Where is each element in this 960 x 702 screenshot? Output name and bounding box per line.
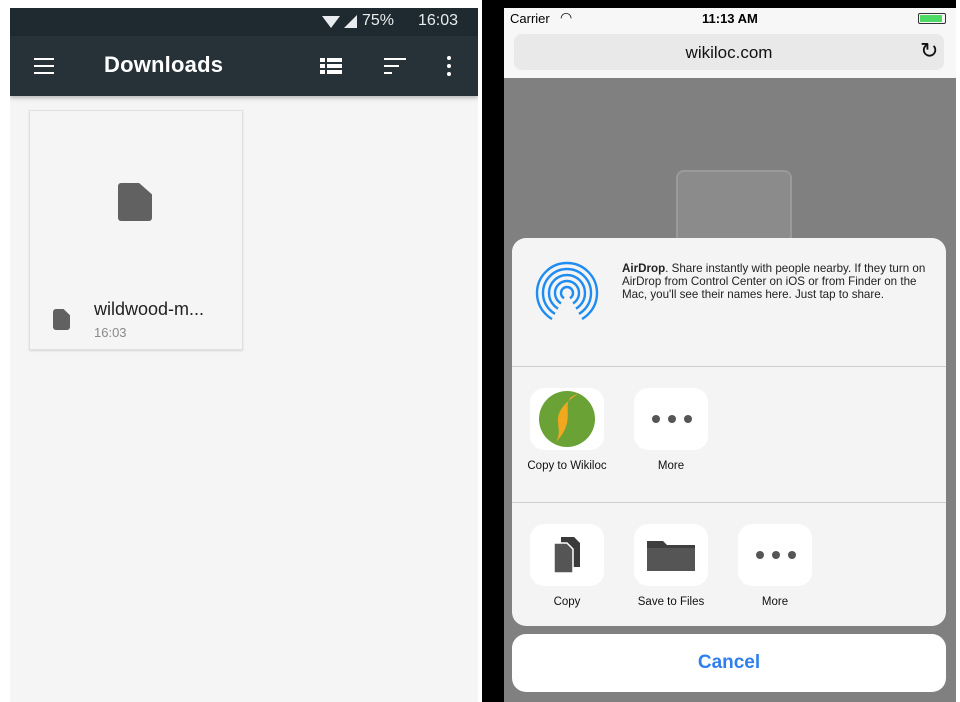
more-apps-button[interactable] <box>634 388 708 450</box>
ios-share-screen: Carrier ◠ 11:13 AM wikiloc.com ↻ AirDrop… <box>482 0 956 702</box>
copy-label: Copy <box>553 596 581 608</box>
save-to-files-label: Save to Files <box>637 596 705 608</box>
more-actions-label: More <box>761 596 789 608</box>
wifi-icon <box>322 16 340 28</box>
share-sheet: AirDrop. Share instantly with people nea… <box>512 238 946 626</box>
battery-level: 75% <box>362 12 395 29</box>
file-card[interactable]: wildwood-m... 16:03 <box>29 110 243 350</box>
list-view-icon[interactable] <box>320 56 342 76</box>
file-name: wildwood-m... <box>94 299 205 319</box>
page-title: Downloads <box>104 52 224 77</box>
menu-icon[interactable] <box>34 58 54 74</box>
android-downloads-screen: 75% 16:03 Downloads wildwood-m... 16:03 <box>10 8 478 702</box>
copy-button[interactable] <box>530 524 604 586</box>
ios-screen: Carrier ◠ 11:13 AM wikiloc.com ↻ AirDrop… <box>504 8 956 702</box>
airdrop-description: AirDrop. Share instantly with people nea… <box>622 262 932 302</box>
android-status-bar: 75% 16:03 <box>10 8 478 36</box>
more-options-icon[interactable] <box>440 54 458 78</box>
cancel-button[interactable]: Cancel <box>512 634 946 692</box>
more-icon <box>756 551 796 559</box>
more-icon <box>652 415 692 423</box>
save-to-files-button[interactable] <box>634 524 708 586</box>
cancel-label: Cancel <box>697 652 761 673</box>
wifi-icon: ◠ <box>560 9 573 25</box>
airdrop-body: . Share instantly with people nearby. If… <box>622 262 926 302</box>
sort-icon[interactable] <box>384 58 406 74</box>
copy-to-wikiloc-label: Copy to Wikiloc <box>527 460 607 472</box>
toolbar: Downloads <box>10 36 478 96</box>
wikiloc-app-icon <box>539 391 595 447</box>
carrier-label: Carrier <box>510 11 550 26</box>
ios-status-bar: Carrier ◠ 11:13 AM <box>504 8 956 30</box>
airdrop-icon[interactable] <box>534 260 600 326</box>
signal-icon <box>344 15 357 28</box>
airdrop-title: AirDrop <box>622 262 666 275</box>
file-type-icon <box>53 309 70 330</box>
file-timestamp: 16:03 <box>94 325 127 340</box>
more-actions-button[interactable] <box>738 524 812 586</box>
reload-icon[interactable]: ↻ <box>920 38 938 64</box>
status-time: 11:13 AM <box>702 11 758 26</box>
more-apps-label: More <box>657 460 685 472</box>
divider <box>512 502 946 503</box>
url-domain: wikiloc.com <box>685 43 773 62</box>
divider <box>512 366 946 367</box>
file-thumbnail-icon <box>118 183 152 221</box>
copy-to-wikiloc-button[interactable] <box>530 388 604 450</box>
folder-icon <box>647 541 695 571</box>
copy-icon <box>553 537 580 574</box>
status-time: 16:03 <box>418 12 459 29</box>
battery-icon <box>918 13 946 24</box>
address-bar[interactable]: wikiloc.com ↻ <box>514 34 944 70</box>
